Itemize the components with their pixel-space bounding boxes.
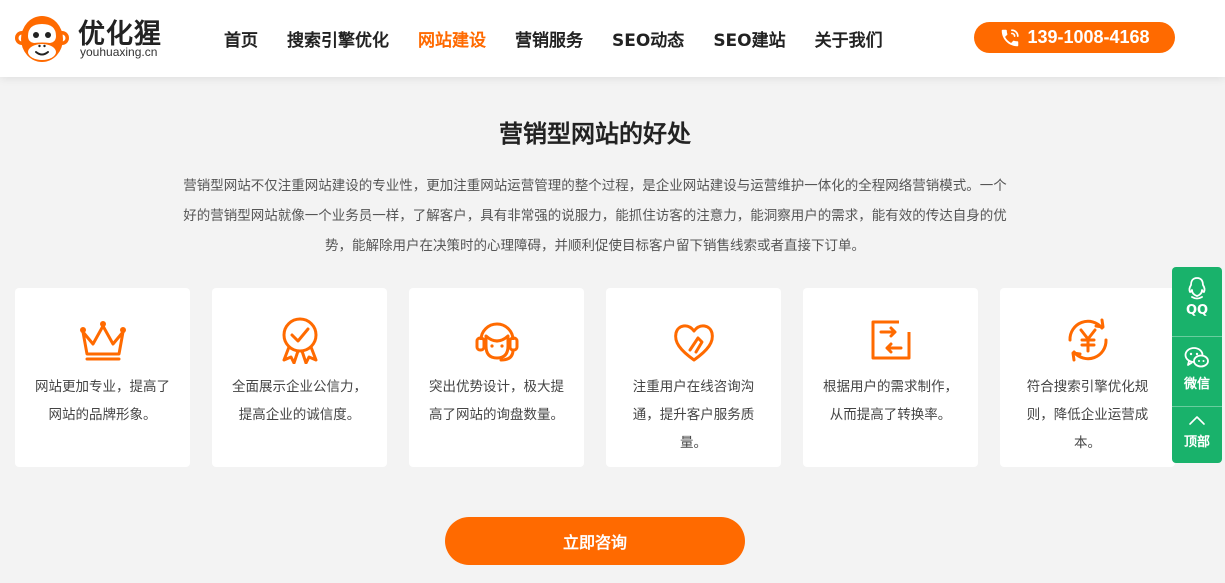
benefit-card-text: 根据用户的需求制作，从而提高了转换率。 [823, 379, 958, 423]
benefit-card-text: 符合搜索引擎优化规则，降低企业运营成本。 [1026, 379, 1149, 451]
nav-item-marketing[interactable]: 营销服务 [515, 26, 583, 51]
divider [1172, 406, 1222, 407]
benefit-card-text: 网站更加专业，提高了网站的品牌形象。 [35, 379, 170, 423]
badge-check-icon [282, 317, 318, 364]
divider [1172, 336, 1222, 337]
benefit-card[interactable]: 突出优势设计，极大提高了网站的询盘数量。 [409, 288, 584, 467]
yen-cycle-icon [1068, 318, 1108, 362]
benefit-card[interactable]: 根据用户的需求制作，从而提高了转换率。 [803, 288, 978, 467]
nav-item-website-building[interactable]: 网站建设 [418, 26, 486, 51]
phone-number: 139-1008-4168 [1027, 27, 1150, 47]
wechat-contact-button[interactable]: 微信 [1172, 343, 1222, 403]
qq-icon [1188, 277, 1206, 300]
chevron-up-icon [1189, 416, 1205, 425]
heart-hand-icon [674, 324, 714, 362]
wechat-icon [1184, 347, 1209, 368]
customer-service-icon [475, 322, 519, 362]
back-to-top-button[interactable]: 顶部 [1172, 411, 1222, 459]
phone-button[interactable]: 139-1008-4168 [974, 22, 1175, 53]
benefit-card[interactable]: 网站更加专业，提高了网站的品牌形象。 [15, 288, 190, 467]
benefit-card[interactable]: 注重用户在线咨询沟通，提升客户服务质量。 [606, 288, 781, 467]
phone-icon [1002, 28, 1020, 46]
benefit-card-text: 全面展示企业公信力，提高企业的诚信度。 [232, 379, 367, 423]
logo[interactable]: 优化猩 youhuaxing.cn [14, 10, 184, 66]
nav-item-seo-site[interactable]: SEO建站 [713, 26, 785, 51]
transfer-icon [871, 320, 911, 360]
section-intro: 营销型网站不仅注重网站建设的专业性，更加注重网站运营管理的整个过程，是企业网站建… [183, 178, 1007, 254]
nav-item-seo[interactable]: 搜索引擎优化 [287, 26, 389, 51]
benefit-card-text: 突出优势设计，极大提高了网站的询盘数量。 [429, 379, 564, 423]
nav-item-about[interactable]: 关于我们 [815, 26, 883, 51]
qq-contact-button[interactable]: QQ [1172, 273, 1222, 333]
site-header: 优化猩 youhuaxing.cn 首页 搜索引擎优化 网站建设 营销服务 SE… [0, 0, 1225, 77]
benefit-cards: 网站更加专业，提高了网站的品牌形象。 全面展示企业公信力，提高企业的诚信度。 突… [15, 288, 1197, 467]
monkey-logo-icon [15, 16, 69, 62]
crown-icon [80, 321, 126, 361]
main-nav: 首页 搜索引擎优化 网站建设 营销服务 SEO动态 SEO建站 关于我们 [224, 26, 912, 51]
benefit-card-text: 注重用户在线咨询沟通，提升客户服务质量。 [632, 379, 755, 451]
floating-contact-bar: QQ 微信 顶部 [1172, 267, 1222, 463]
qq-label: QQ [1185, 303, 1209, 318]
wechat-label: 微信 [1183, 377, 1210, 392]
benefit-card[interactable]: 符合搜索引擎优化规则，降低企业运营成本。 [1000, 288, 1175, 467]
consult-button[interactable]: 立即咨询 [445, 517, 745, 565]
nav-item-seo-news[interactable]: SEO动态 [612, 26, 684, 51]
back-to-top-label: 顶部 [1183, 435, 1210, 450]
nav-item-home[interactable]: 首页 [224, 26, 258, 51]
section-title: 营销型网站的好处 [499, 120, 691, 148]
benefit-card[interactable]: 全面展示企业公信力，提高企业的诚信度。 [212, 288, 387, 467]
brand-domain: youhuaxing.cn [80, 45, 158, 59]
